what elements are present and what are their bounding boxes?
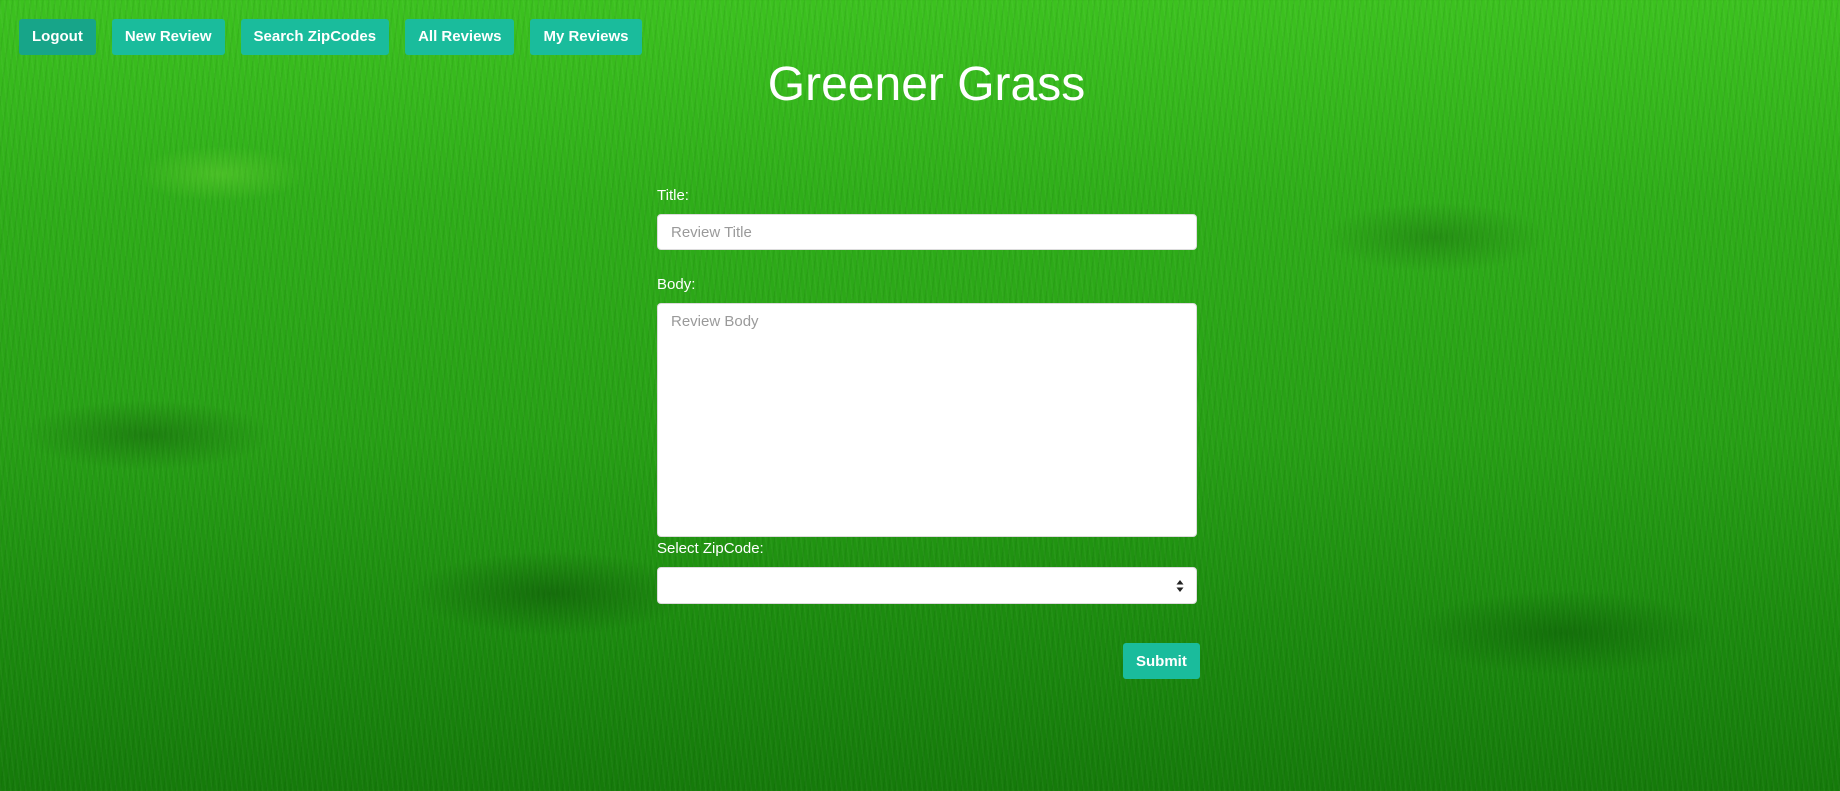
all-reviews-button[interactable]: All Reviews (405, 19, 515, 55)
page-background: { "nav": { "buttons": [ {"label": "Logou… (0, 0, 1840, 791)
my-reviews-button[interactable]: My Reviews (530, 19, 642, 55)
title-label: Title: (657, 187, 689, 204)
logout-button[interactable]: Logout (19, 19, 96, 55)
page-title: Greener Grass (767, 58, 1086, 111)
new-review-button[interactable]: New Review (111, 19, 225, 55)
review-form: Title: Body: Select ZipCode: (657, 186, 1197, 604)
zipcode-label: Select ZipCode: (657, 540, 764, 557)
select-arrows-icon (1176, 580, 1184, 592)
body-label: Body: (657, 276, 696, 293)
top-nav: Logout New Review Search ZipCodes All Re… (19, 19, 642, 55)
body-textarea[interactable] (657, 303, 1197, 537)
title-input[interactable] (657, 214, 1197, 250)
zipcode-select[interactable] (657, 567, 1197, 604)
submit-button[interactable]: Submit (1123, 643, 1200, 679)
search-zipcodes-button[interactable]: Search ZipCodes (240, 19, 390, 55)
